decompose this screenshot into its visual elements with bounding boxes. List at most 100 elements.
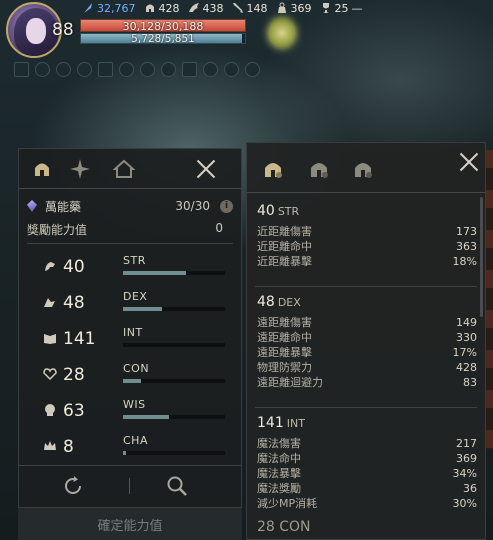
stat-allocation-panel: 萬能藥 30/30 i 獎勵能力值 0 40 STR 48 DEX 141 INT 28 CO… (18, 148, 242, 508)
buff-icon[interactable] (182, 62, 197, 77)
buff-icon[interactable] (203, 62, 218, 77)
buff-icon[interactable] (224, 62, 239, 77)
detail-line: 遠距離迴避力 83 (257, 375, 477, 390)
hud-stat-strip: 32,767 428 438 148 369 25 — (82, 1, 371, 15)
stat-progress-bar (123, 271, 225, 275)
detail-label: 魔法傷害 (257, 437, 301, 450)
detail-label: 近距離傷害 (257, 225, 312, 238)
detail-label: 魔法命中 (257, 452, 301, 465)
bonus-points-value: 0 (215, 221, 223, 235)
detail-line: 物理防禦力 428 (257, 360, 477, 375)
info-icon[interactable]: i (220, 199, 233, 213)
helmet-icon (145, 4, 154, 12)
stat-row-int[interactable]: 141 INT (27, 325, 235, 355)
stat-row-con[interactable]: 28 CON (27, 361, 235, 391)
section-heading: 40 STR (257, 203, 477, 219)
sword-icon (232, 3, 243, 13)
buff-icon[interactable] (14, 62, 29, 77)
detail-label: 近距離暴擊 (257, 255, 312, 268)
stat-value: 8 (63, 437, 74, 457)
detail-label: 魔法獎勵 (257, 482, 301, 495)
stat-row-cha[interactable]: 8 CHA (27, 433, 235, 463)
buff-icon[interactable] (56, 62, 71, 77)
intellect-icon (44, 334, 56, 344)
stat-value: 28 (63, 365, 85, 385)
detail-line: 遠距離傷害 149 (257, 315, 477, 330)
background-ornament (486, 150, 493, 450)
helmet-gear-icon (265, 163, 282, 178)
stat-row-dex[interactable]: 48 DEX (27, 289, 235, 319)
detail-value: 149 (456, 316, 477, 329)
section-value: 141 (257, 415, 284, 431)
stat-name: STR (123, 254, 146, 267)
section-tag: DEX (277, 296, 301, 309)
buff-bar (14, 62, 260, 77)
close-icon[interactable] (458, 151, 480, 173)
buff-icon[interactable] (119, 62, 134, 77)
stat-detail-panel: 40 STR 近距離傷害 173 近距離命中 363 近距離暴擊 18% 48 DEX 遠距離傷害 1… (246, 142, 486, 540)
detail-value: 17% (452, 346, 477, 359)
buff-icon[interactable] (140, 62, 155, 77)
buff-icon[interactable] (245, 62, 260, 77)
divider (255, 286, 477, 287)
section-tag: INT (286, 417, 305, 430)
helmet-clock-icon (355, 163, 372, 178)
section-value: 40 (257, 203, 275, 219)
close-icon[interactable] (195, 158, 217, 180)
confirm-stats-button[interactable]: 確定能力值 (18, 508, 242, 540)
reset-icon[interactable] (61, 474, 85, 498)
clan-emblem-icon[interactable] (268, 18, 296, 48)
stat-row-str[interactable]: 40 STR (27, 253, 235, 283)
detail-line: 近距離傷害 173 (257, 224, 477, 239)
stat-value: 48 (63, 293, 85, 313)
stat-name: WIS (123, 398, 146, 411)
stat-progress-bar (123, 415, 225, 419)
helmet-shield-icon (311, 163, 328, 178)
elixir-row: 萬能藥 30/30 i (27, 197, 233, 215)
stat-row-wis[interactable]: 63 WIS (27, 397, 235, 427)
detail-line: 遠距離暴擊 17% (257, 345, 477, 360)
section-heading: 48 DEX (257, 294, 477, 310)
section-value: 48 (257, 294, 275, 310)
weight-icon (277, 2, 286, 13)
detail-line: 近距離命中 363 (257, 239, 477, 254)
detail-line: 遠距離命中 330 (257, 330, 477, 345)
helmet-icon (35, 163, 49, 176)
divider (27, 243, 233, 244)
buff-icon[interactable] (98, 62, 113, 77)
detail-line: 魔法傷害 217 (257, 436, 477, 451)
hud-stat: 25 — (320, 2, 363, 15)
strength-icon (45, 262, 55, 271)
tab-offense[interactable] (261, 157, 287, 183)
detail-line: 近距離暴擊 18% (257, 254, 477, 269)
dexterity-icon (44, 298, 55, 307)
stat-name: CON (123, 362, 150, 375)
detail-label: 遠距離命中 (257, 331, 312, 344)
stat-progress-fill (123, 451, 127, 455)
detail-label: 遠距離暴擊 (257, 346, 312, 359)
detail-line: 減少MP消耗 30% (257, 496, 477, 511)
stat-detail-section: 48 DEX 遠距離傷害 149 遠距離命中 330 遠距離暴擊 17% 物理防禦力 428 遠距離… (257, 294, 477, 390)
tab-defense[interactable] (307, 157, 333, 183)
stat-progress-fill (123, 271, 187, 275)
detail-label: 遠距離迴避力 (257, 376, 323, 389)
buff-icon[interactable] (35, 62, 50, 77)
detail-value: 30% (452, 497, 477, 510)
tab-character[interactable] (29, 157, 55, 181)
tab-other[interactable] (351, 157, 377, 183)
tab-house[interactable] (111, 157, 137, 181)
stat-progress-fill (123, 379, 142, 383)
buff-icon[interactable] (77, 62, 92, 77)
search-icon[interactable] (165, 474, 189, 498)
scrollbar[interactable] (480, 197, 483, 317)
tab-talent[interactable] (67, 157, 93, 181)
panel-footer (19, 465, 241, 507)
buff-icon[interactable] (161, 62, 176, 77)
detail-value: 34% (452, 467, 477, 480)
stat-progress-fill (123, 415, 169, 419)
stat-progress-bar (123, 307, 225, 311)
detail-label: 物理防禦力 (257, 361, 312, 374)
stat-name: INT (123, 326, 143, 339)
hp-text: 30,128/30,188 (122, 20, 204, 33)
portrait-face (26, 18, 46, 44)
